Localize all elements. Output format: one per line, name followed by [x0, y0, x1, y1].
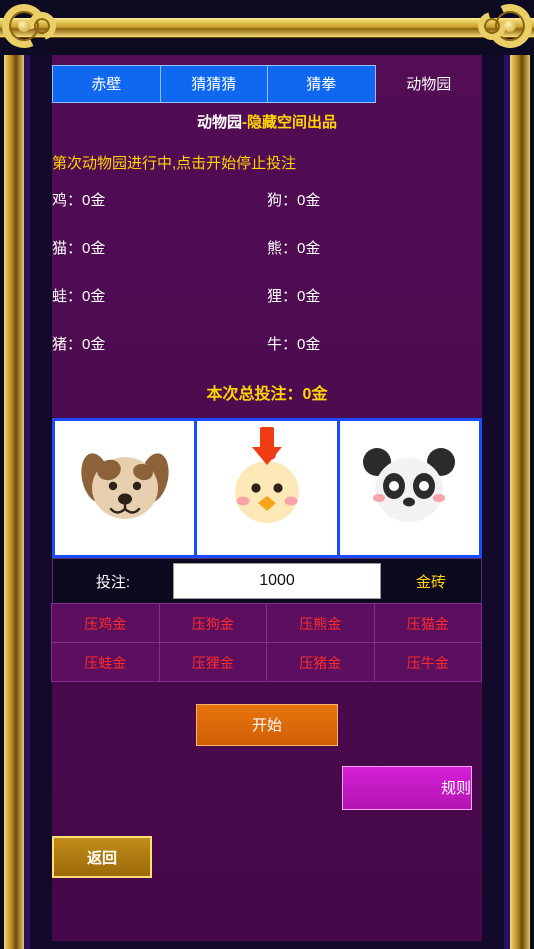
- swirl-dot-left-icon: [18, 20, 30, 32]
- start-button-wrap: 开始: [52, 704, 482, 746]
- page-bottom-strip: [30, 941, 504, 949]
- bet-summary-ox-value: 0金: [297, 336, 321, 353]
- bet-summary-ox-name: 牛: [267, 336, 283, 353]
- bet-summary-dog-value: 0金: [297, 192, 321, 209]
- frame-inner-right: [504, 55, 510, 949]
- bet-summary-dog: 狗：0金: [267, 192, 321, 209]
- bet-input-label: 投注:: [95, 573, 131, 591]
- bet-button-chicken[interactable]: 压鸡金: [51, 603, 160, 643]
- page-content: 赤壁 猜猜猜 猜拳 动物园 动物园-隐藏空间出品 第次动物园进行中,点击开始停止…: [51, 55, 482, 949]
- bet-summary-bear-value: 0金: [297, 240, 321, 257]
- subtitle-zoo: 动物园: [196, 114, 242, 131]
- frame-border-left: [4, 55, 24, 949]
- dog-icon: [81, 453, 169, 519]
- bet-summary-raccoon-value: 0金: [297, 288, 321, 305]
- panda-icon: [363, 448, 456, 522]
- page-gutter-right: [482, 55, 504, 949]
- back-button[interactable]: 返回: [52, 836, 152, 878]
- bet-button-frog[interactable]: 压蛙金: [51, 642, 160, 682]
- animal-slot-panda[interactable]: [339, 421, 479, 555]
- tab-guessguess[interactable]: 猜猜猜: [159, 65, 268, 103]
- bet-summary-raccoon-name: 狸: [267, 288, 283, 305]
- bet-summary-cat-name: 猫: [52, 240, 68, 257]
- bet-button-dog[interactable]: 压狗金: [158, 603, 267, 643]
- bet-input-row: 投注: 金砖: [52, 558, 482, 604]
- page-gutter-left: [30, 55, 52, 949]
- total-bet-value: 0金: [302, 386, 328, 403]
- tab-rps[interactable]: 猜拳: [267, 65, 376, 103]
- animal-slot-chicken[interactable]: [197, 421, 340, 555]
- animal-slot-dog[interactable]: [55, 421, 198, 555]
- top-ornament: [0, 0, 534, 55]
- animal-slot-row: [52, 418, 482, 558]
- bet-amount-input[interactable]: [174, 571, 380, 591]
- bet-summary-bear-name: 熊: [267, 240, 283, 257]
- bet-summary-chicken-value: 0金: [82, 192, 106, 209]
- ornament-bar: [0, 18, 534, 38]
- page-subtitle: 动物园-隐藏空间出品: [52, 111, 482, 132]
- bet-summary-grid: 鸡：0金 狗：0金 猫：0金 熊：0金 蛙：0金 狸：0金 猪：0金 牛：0金: [52, 189, 482, 354]
- bet-summary-pig-name: 猪: [52, 336, 68, 353]
- bet-button-cat[interactable]: 压猫金: [373, 603, 482, 643]
- bet-amount-field[interactable]: [173, 563, 381, 599]
- bet-summary-pig-value: 0金: [82, 336, 106, 353]
- bet-button-grid: 压鸡金 压狗金 压熊金 压猫金 压蛙金 压狸金 压猪金 压牛金: [51, 603, 482, 682]
- bet-button-raccoon[interactable]: 压狸金: [158, 642, 267, 682]
- bet-summary-ox: 牛：0金: [267, 336, 321, 353]
- bet-button-bear[interactable]: 压熊金: [266, 603, 375, 643]
- subtitle-studio: 隐藏空间出品: [247, 114, 338, 131]
- bet-summary-bear: 熊：0金: [267, 240, 321, 257]
- start-button[interactable]: 开始: [196, 704, 338, 746]
- bet-summary-frog-value: 0金: [82, 288, 106, 305]
- bet-summary-chicken: 鸡：0金: [52, 192, 106, 209]
- bet-button-pig[interactable]: 压猪金: [266, 642, 375, 682]
- rule-button-wrap: 规则: [52, 766, 482, 810]
- game-page: 赤壁 猜猜猜 猜拳 动物园 动物园-隐藏空间出品 第次动物园进行中,点击开始停止…: [30, 55, 504, 949]
- tab-chibi[interactable]: 赤壁: [52, 65, 161, 103]
- bet-currency-label: 金砖: [415, 573, 446, 591]
- bet-button-ox[interactable]: 压牛金: [373, 642, 482, 682]
- bet-summary-frog: 蛙：0金: [52, 288, 106, 305]
- bet-summary-pig: 猪：0金: [52, 336, 106, 353]
- tab-zoo[interactable]: 动物园: [375, 65, 484, 103]
- rule-button[interactable]: 规则: [342, 766, 472, 810]
- bet-summary-cat: 猫：0金: [52, 240, 106, 257]
- frame-border-right: [510, 55, 530, 949]
- back-button-wrap: 返回: [52, 836, 482, 878]
- bet-summary-chicken-name: 鸡: [52, 192, 68, 209]
- bet-summary-dog-name: 狗: [267, 192, 283, 209]
- total-bet-label: 本次总投注：: [206, 386, 303, 403]
- bet-summary-raccoon: 狸：0金: [267, 288, 321, 305]
- bet-summary-frog-name: 蛙: [52, 288, 68, 305]
- swirl-dot-right-icon: [504, 20, 516, 32]
- tab-bar: 赤壁 猜猜猜 猜拳 动物园: [52, 65, 482, 103]
- bet-summary-cat-value: 0金: [82, 240, 106, 257]
- app-frame: 赤壁 猜猜猜 猜拳 动物园 动物园-隐藏空间出品 第次动物园进行中,点击开始停止…: [0, 0, 534, 949]
- status-text: 第次动物园进行中,点击开始停止投注: [52, 155, 297, 172]
- total-bet-row: 本次总投注：0金: [52, 380, 482, 404]
